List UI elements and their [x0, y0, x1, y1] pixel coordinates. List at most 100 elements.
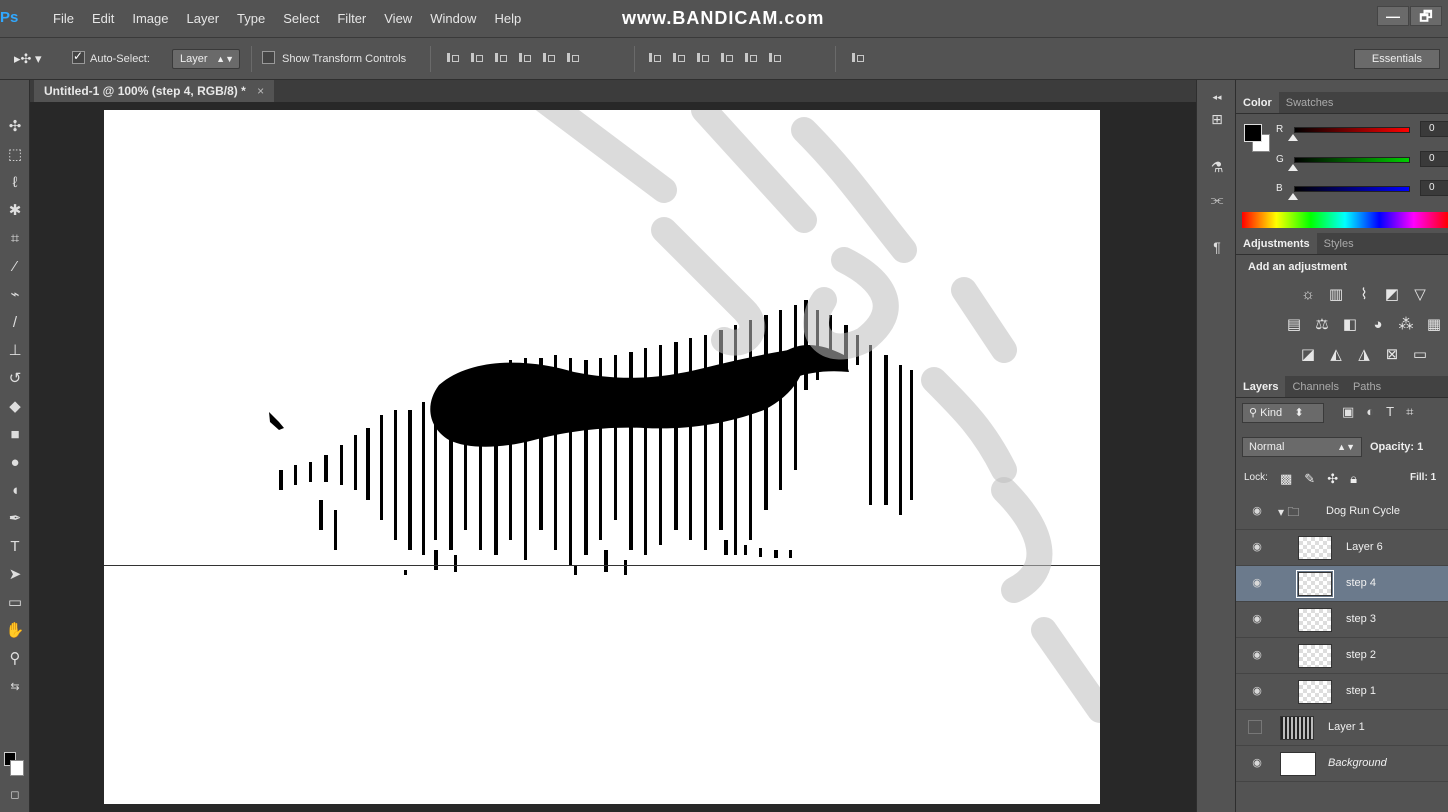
filter-pixel-icon[interactable]: ▣: [1342, 404, 1354, 420]
history-panel-icon[interactable]: ⊞: [1206, 108, 1228, 130]
selective-color-icon[interactable]: ⊠: [1383, 346, 1401, 364]
align-hcenter-icon[interactable]: [542, 51, 555, 64]
eye-icon[interactable]: ◉: [1250, 504, 1264, 518]
move-tool-icon[interactable]: ▸✣ ▾: [14, 51, 42, 67]
channel-mixer-icon[interactable]: ⁂: [1397, 316, 1415, 334]
tab-paths[interactable]: Paths: [1346, 376, 1388, 397]
curves-icon[interactable]: ⌇: [1355, 286, 1373, 304]
eye-icon[interactable]: ◉: [1250, 684, 1264, 698]
move-tool-icon[interactable]: ✣: [4, 116, 26, 138]
color-spectrum-bar[interactable]: [1242, 212, 1448, 228]
folder-icon[interactable]: ▾ 🗀︎: [1278, 503, 1299, 524]
history-brush-tool-icon[interactable]: ↺: [4, 368, 26, 390]
distribute-bottom-icon[interactable]: [696, 51, 709, 64]
layer-row-step-4[interactable]: ◉ step 4: [1236, 566, 1448, 602]
align-left-icon[interactable]: [518, 51, 531, 64]
minimize-button[interactable]: —: [1377, 6, 1409, 26]
blend-mode-dropdown[interactable]: Normal ▲▼: [1242, 437, 1362, 457]
zoom-tool-icon[interactable]: ⚲: [4, 648, 26, 670]
align-top-icon[interactable]: [446, 51, 459, 64]
green-slider-thumb[interactable]: [1288, 164, 1298, 171]
distribute-left-icon[interactable]: [720, 51, 733, 64]
menu-file[interactable]: File: [44, 10, 83, 28]
opacity-value[interactable]: 1: [1417, 441, 1423, 453]
menu-select[interactable]: Select: [274, 10, 328, 28]
collapse-panels-icon[interactable]: ◂◂: [1206, 86, 1228, 108]
posterize-icon[interactable]: ◭: [1327, 346, 1345, 364]
quick-mask-icon[interactable]: ◻: [4, 784, 26, 806]
layer-row-background[interactable]: ◉ Background: [1236, 746, 1448, 782]
menu-view[interactable]: View: [375, 10, 421, 28]
menu-window[interactable]: Window: [421, 10, 485, 28]
eye-icon[interactable]: ◉: [1250, 756, 1264, 770]
gradient-tool-icon[interactable]: ■: [4, 424, 26, 446]
gradient-map-icon[interactable]: ▭: [1411, 346, 1429, 364]
align-bottom-icon[interactable]: [494, 51, 507, 64]
eye-icon[interactable]: ◉: [1250, 612, 1264, 626]
menu-filter[interactable]: Filter: [328, 10, 375, 28]
blur-tool-icon[interactable]: ●: [4, 452, 26, 474]
layer-row-layer-6[interactable]: ◉ Layer 6: [1236, 530, 1448, 566]
marquee-tool-icon[interactable]: ⬚: [4, 144, 26, 166]
eye-icon[interactable]: ◉: [1250, 648, 1264, 662]
document-canvas[interactable]: [104, 110, 1100, 804]
hue-saturation-icon[interactable]: ▤: [1285, 316, 1303, 334]
tab-styles[interactable]: Styles: [1317, 233, 1361, 254]
lock-transparent-icon[interactable]: ▩: [1280, 471, 1292, 487]
tab-adjustments[interactable]: Adjustments: [1236, 233, 1317, 254]
green-value[interactable]: 0: [1420, 151, 1448, 167]
menu-help[interactable]: Help: [485, 10, 530, 28]
layer-row-step-3[interactable]: ◉ step 3: [1236, 602, 1448, 638]
blue-slider[interactable]: B 0: [1276, 180, 1448, 200]
swap-colors-icon[interactable]: ⇆: [4, 676, 26, 698]
tab-color[interactable]: Color: [1236, 92, 1279, 113]
shape-tool-icon[interactable]: ▭: [4, 592, 26, 614]
opacity-control[interactable]: Opacity: 1: [1370, 441, 1423, 453]
red-slider-thumb[interactable]: [1288, 134, 1298, 141]
path-selection-tool-icon[interactable]: ➤: [4, 564, 26, 586]
tab-channels[interactable]: Channels: [1285, 376, 1345, 397]
tab-layers[interactable]: Layers: [1236, 376, 1286, 397]
blue-value[interactable]: 0: [1420, 180, 1448, 196]
auto-align-icon[interactable]: [851, 51, 864, 64]
brush-presets-icon[interactable]: ⚗: [1206, 156, 1228, 178]
fill-value[interactable]: 1: [1431, 472, 1437, 483]
lock-position-icon[interactable]: ✣: [1327, 471, 1338, 487]
filter-adjustment-icon[interactable]: ◐: [1366, 404, 1374, 420]
close-tab-icon[interactable]: ×: [257, 84, 264, 98]
brush-panel-icon[interactable]: ⫘: [1206, 188, 1228, 210]
distribute-top-icon[interactable]: [648, 51, 661, 64]
layer-row-dog-run-cycle[interactable]: ◉ ▾ 🗀︎ Dog Run Cycle: [1236, 494, 1448, 530]
eye-icon[interactable]: ◉: [1250, 540, 1264, 554]
red-slider-track[interactable]: [1294, 127, 1410, 133]
healing-brush-tool-icon[interactable]: ⌁: [4, 284, 26, 306]
menu-type[interactable]: Type: [228, 10, 274, 28]
lock-all-icon[interactable]: 🔒︎: [1350, 471, 1357, 487]
eraser-tool-icon[interactable]: ◆: [4, 396, 26, 418]
photo-filter-icon[interactable]: ◕: [1369, 316, 1387, 334]
levels-icon[interactable]: ▥: [1327, 286, 1345, 304]
menu-edit[interactable]: Edit: [83, 10, 123, 28]
vibrance-icon[interactable]: ▽: [1411, 286, 1429, 304]
paragraph-panel-icon[interactable]: ¶: [1206, 236, 1228, 258]
layer-kind-filter[interactable]: ⚲ Kind ⬍: [1242, 403, 1324, 423]
lock-image-icon[interactable]: ✎: [1304, 471, 1315, 487]
show-transform-checkbox[interactable]: [262, 51, 275, 64]
eye-hidden-icon[interactable]: [1248, 720, 1262, 734]
filter-type-icon[interactable]: T: [1386, 404, 1394, 420]
filter-shape-icon[interactable]: ⌗: [1406, 404, 1413, 420]
menu-image[interactable]: Image: [123, 10, 177, 28]
brightness-icon[interactable]: ☼: [1299, 286, 1317, 304]
auto-select-target-dropdown[interactable]: Layer ▲▼: [172, 49, 240, 69]
brush-tool-icon[interactable]: /: [4, 312, 26, 334]
color-balance-icon[interactable]: ⚖: [1313, 316, 1331, 334]
layer-row-step-2[interactable]: ◉ step 2: [1236, 638, 1448, 674]
dodge-tool-icon[interactable]: ◖: [4, 480, 26, 502]
color-lookup-icon[interactable]: ▦: [1425, 316, 1443, 334]
workspace-switcher[interactable]: Essentials: [1354, 49, 1440, 69]
magic-wand-tool-icon[interactable]: ✱: [4, 200, 26, 222]
red-value[interactable]: 0: [1420, 121, 1448, 137]
foreground-color-swatch[interactable]: [1244, 124, 1262, 142]
eyedropper-tool-icon[interactable]: ⁄: [4, 256, 26, 278]
layer-row-step-1[interactable]: ◉ step 1: [1236, 674, 1448, 710]
